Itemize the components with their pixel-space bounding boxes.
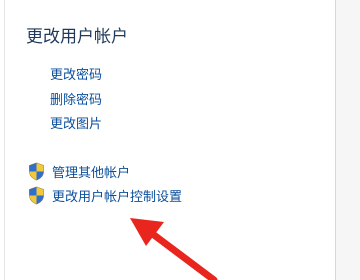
red-pointer-arrow-icon bbox=[130, 218, 218, 280]
control-panel-window: 更改用户帐户 更改密码 删除密码 更改图片 管理其他帐户 更改用户帐户控制设置 bbox=[0, 0, 360, 280]
